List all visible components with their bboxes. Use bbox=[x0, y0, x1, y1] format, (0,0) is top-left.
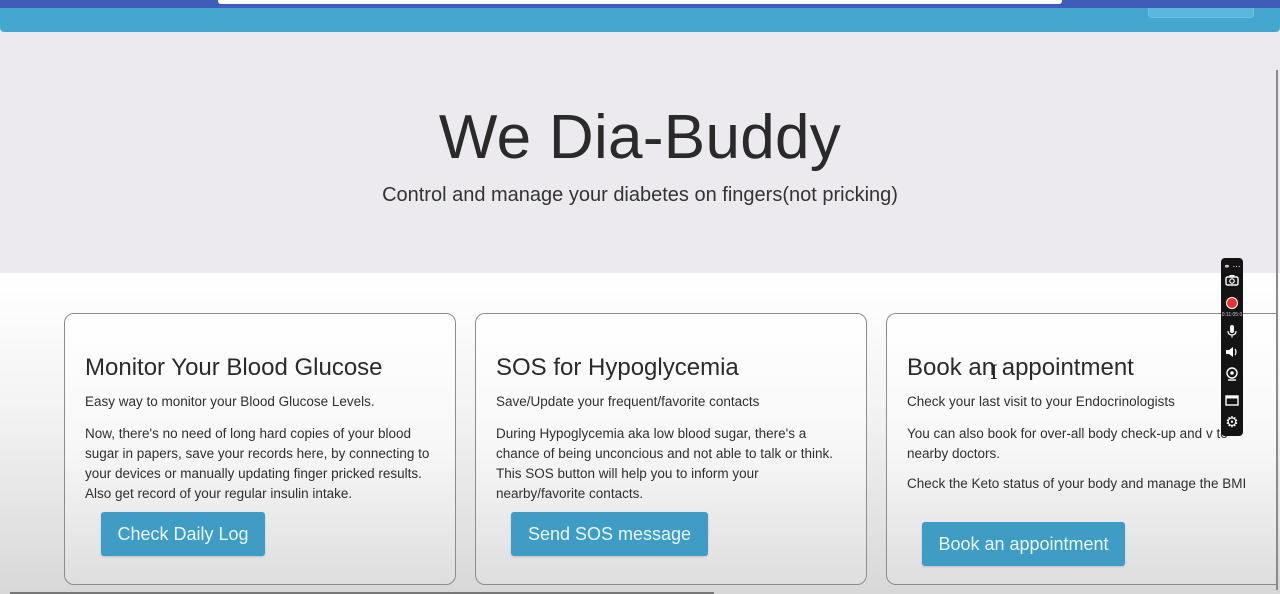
card-lead: Check your last visit to your Endocrinol… bbox=[907, 394, 1175, 409]
record-icon[interactable] bbox=[1226, 297, 1238, 309]
hero-title: We Dia-Buddy bbox=[438, 103, 842, 172]
send-sos-button[interactable]: Send SOS message bbox=[511, 512, 708, 556]
book-appointment-button[interactable]: Book an appointment bbox=[922, 522, 1125, 566]
text-cursor-icon: I bbox=[990, 360, 998, 384]
card-body: You can also book for over-all body chec… bbox=[907, 426, 1228, 461]
camera-icon[interactable] bbox=[1221, 274, 1243, 289]
card-sos-hypoglycemia: SOS for Hypoglycemia Save/Update your fr… bbox=[475, 313, 867, 585]
record-timer: 0:11:05:0 bbox=[1221, 312, 1243, 318]
speaker-icon[interactable] bbox=[1221, 346, 1243, 361]
card-title: Monitor Your Blood Glucose bbox=[85, 354, 383, 381]
card-lead: Easy way to monitor your Blood Glucose L… bbox=[85, 394, 375, 409]
card-body-secondary: Check the Keto status of your body and m… bbox=[907, 476, 1247, 491]
card-title: SOS for Hypoglycemia bbox=[496, 354, 739, 381]
microphone-icon[interactable] bbox=[1221, 324, 1243, 341]
window-icon[interactable] bbox=[1221, 394, 1243, 409]
card-body: During Hypoglycemia aka low blood sugar,… bbox=[496, 426, 833, 501]
card-monitor-glucose: Monitor Your Blood Glucose Easy way to m… bbox=[64, 313, 456, 585]
check-daily-log-button[interactable]: Check Daily Log bbox=[101, 512, 265, 556]
gear-icon[interactable]: ⚙ bbox=[1221, 415, 1243, 430]
card-title: Book an appointment bbox=[907, 354, 1134, 381]
scrollbar-edge bbox=[1276, 70, 1278, 590]
screen-recorder-toolbar: ⚭ ⋯ 0:11:05:0 ⚙ bbox=[1221, 258, 1243, 436]
hero-jumbotron: We Dia-Buddy Control and manage your dia… bbox=[0, 32, 1280, 273]
card-body: Now, there's no need of long hard copies… bbox=[85, 426, 430, 501]
hero-subtitle: Control and manage your diabetes on fing… bbox=[382, 184, 898, 206]
address-bar[interactable] bbox=[218, 0, 1062, 4]
card-lead: Save/Update your frequent/favorite conta… bbox=[496, 394, 760, 409]
webcam-icon[interactable] bbox=[1221, 367, 1243, 384]
card-book-appointment: Book an appointment Check your last visi… bbox=[886, 313, 1278, 585]
link-icon[interactable]: ⚭ ⋯ bbox=[1221, 260, 1243, 274]
navbar bbox=[0, 8, 1280, 32]
navbar-button[interactable] bbox=[1148, 8, 1254, 18]
